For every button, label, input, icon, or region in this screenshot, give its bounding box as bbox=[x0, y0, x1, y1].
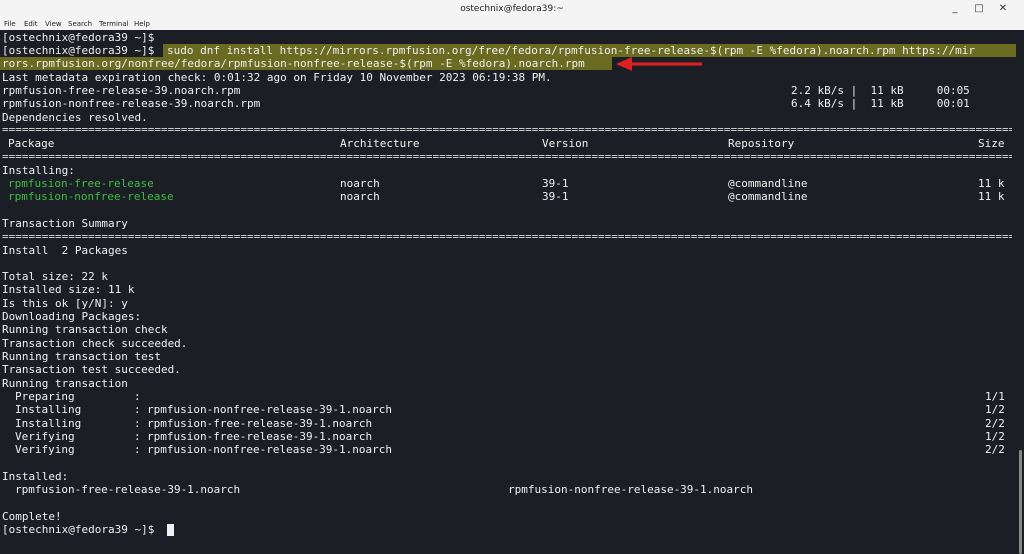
scrollbar-thumb[interactable] bbox=[1019, 450, 1022, 554]
download-name: rpmfusion-nonfree-release-39.noarch.rpm bbox=[2, 97, 261, 110]
complete-line: Complete! bbox=[2, 510, 62, 523]
step-row: Installing : rpmfusion-free-release-39-1… bbox=[15, 417, 1005, 430]
separator: ========================================… bbox=[2, 153, 1012, 161]
installing-label: Installing: bbox=[2, 164, 75, 177]
menu-file[interactable]: File bbox=[4, 18, 16, 30]
transaction-summary: Transaction Summary bbox=[2, 217, 128, 230]
step-action: Verifying bbox=[15, 443, 75, 456]
menu-view[interactable]: View bbox=[45, 18, 62, 30]
step-progress: 2/2 bbox=[985, 443, 1005, 456]
step-progress: 2/2 bbox=[985, 417, 1005, 430]
table-row: rpmfusion-free-release noarch 39-1 @comm… bbox=[2, 177, 1012, 190]
table-row: rpmfusion-nonfree-release noarch 39-1 @c… bbox=[2, 190, 1012, 203]
step-row: Verifying : rpmfusion-nonfree-release-39… bbox=[15, 443, 1005, 456]
package-size: 11 k bbox=[978, 177, 1005, 190]
deps-resolved: Dependencies resolved. bbox=[2, 111, 148, 124]
install-count: Install 2 Packages bbox=[2, 244, 128, 257]
step-target: rpmfusion-nonfree-release-39-1.noarch bbox=[147, 443, 393, 456]
step-action: Installing bbox=[15, 403, 82, 416]
separator: ========================================… bbox=[2, 233, 1012, 241]
installed-size: Installed size: 11 k bbox=[2, 283, 135, 296]
step-target: rpmfusion-free-release-39-1.noarch bbox=[147, 417, 373, 430]
confirm-prompt: Is this ok [y/N]: y bbox=[2, 297, 128, 310]
metadata-line: Last metadata expiration check: 0:01:32 … bbox=[2, 71, 552, 84]
table-header: Package Architecture Version Repository … bbox=[2, 137, 1012, 150]
installed-package: rpmfusion-nonfree-release-39-1.noarch bbox=[508, 483, 754, 496]
menu-search[interactable]: Search bbox=[68, 18, 92, 30]
step-target: rpmfusion-free-release-39-1.noarch bbox=[147, 430, 373, 443]
package-name: rpmfusion-nonfree-release bbox=[8, 190, 174, 203]
package-arch: noarch bbox=[340, 177, 380, 190]
step-action: Preparing bbox=[15, 390, 75, 403]
installed-row: rpmfusion-free-release-39-1.noarch rpmfu… bbox=[2, 483, 1012, 496]
menu-edit[interactable]: Edit bbox=[24, 18, 38, 30]
final-prompt: [ostechnix@fedora39 ~]$ bbox=[2, 523, 155, 536]
step-action: Installing bbox=[15, 417, 82, 430]
package-repo: @commandline bbox=[728, 177, 808, 190]
close-icon[interactable]: ✕ bbox=[994, 0, 1012, 18]
header-size: Size bbox=[978, 137, 1005, 150]
progress-line: Transaction test succeeded. bbox=[2, 363, 181, 376]
step-row: Verifying : rpmfusion-free-release-39-1.… bbox=[15, 430, 1005, 443]
step-target: rpmfusion-nonfree-release-39-1.noarch bbox=[147, 403, 393, 416]
step-row: Preparing : 1/1 bbox=[15, 390, 1005, 403]
step-progress: 1/2 bbox=[985, 403, 1005, 416]
package-arch: noarch bbox=[340, 190, 380, 203]
menu-terminal[interactable]: Terminal bbox=[99, 18, 129, 30]
installed-label: Installed: bbox=[2, 470, 69, 483]
package-repo: @commandline bbox=[728, 190, 808, 203]
download-row: rpmfusion-free-release-39.noarch.rpm 2.2… bbox=[2, 84, 1012, 97]
download-speed: 6.4 kB/s | 11 kB 00:01 bbox=[791, 97, 970, 110]
package-version: 39-1 bbox=[542, 190, 569, 203]
progress-line: Downloading Packages: bbox=[2, 310, 142, 323]
step-progress: 1/2 bbox=[985, 430, 1005, 443]
menu-bar: File Edit View Search Terminal Help bbox=[0, 18, 1024, 30]
package-name: rpmfusion-free-release bbox=[8, 177, 154, 190]
window-title: ostechnix@fedora39:~ bbox=[460, 4, 564, 14]
progress-line: Transaction check succeeded. bbox=[2, 337, 188, 350]
download-row: rpmfusion-nonfree-release-39.noarch.rpm … bbox=[2, 97, 1012, 110]
download-name: rpmfusion-free-release-39.noarch.rpm bbox=[2, 84, 241, 97]
separator: ========================================… bbox=[2, 126, 1012, 134]
progress-line: Running transaction test bbox=[2, 350, 161, 363]
step-progress: 1/1 bbox=[985, 390, 1005, 403]
minimize-icon[interactable]: _ bbox=[946, 0, 964, 18]
progress-line: Running transaction check bbox=[2, 323, 168, 336]
maximize-icon[interactable]: □ bbox=[970, 0, 988, 18]
terminal-view[interactable]: [ostechnix@fedora39 ~]$ [ostechnix@fedor… bbox=[0, 30, 1024, 554]
download-speed: 2.2 kB/s | 11 kB 00:05 bbox=[791, 84, 970, 97]
package-version: 39-1 bbox=[542, 177, 569, 190]
header-arch: Architecture bbox=[340, 137, 420, 150]
header-version: Version bbox=[542, 137, 589, 150]
installed-package: rpmfusion-free-release-39-1.noarch bbox=[15, 483, 241, 496]
header-package: Package bbox=[8, 137, 55, 150]
header-repo: Repository bbox=[728, 137, 795, 150]
package-size: 11 k bbox=[978, 190, 1005, 203]
terminal-cursor bbox=[167, 524, 174, 536]
step-action: Verifying bbox=[15, 430, 75, 443]
window-titlebar[interactable]: ostechnix@fedora39:~ _ □ ✕ bbox=[0, 0, 1024, 18]
progress-line: Running transaction bbox=[2, 377, 128, 390]
total-size: Total size: 22 k bbox=[2, 270, 108, 283]
menu-help[interactable]: Help bbox=[134, 18, 150, 30]
step-row: Installing : rpmfusion-nonfree-release-3… bbox=[15, 403, 1005, 416]
